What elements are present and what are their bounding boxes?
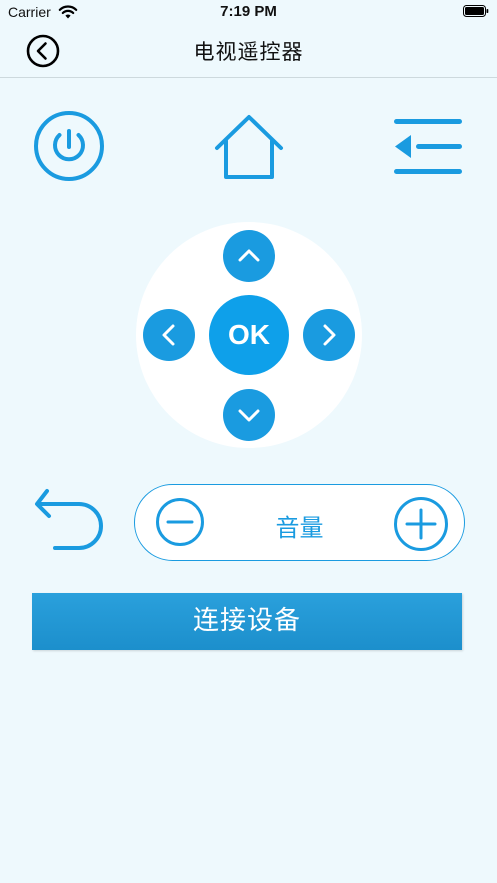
direction-pad: OK xyxy=(136,222,362,448)
return-button[interactable] xyxy=(33,487,107,559)
connect-device-button[interactable]: 连接设备 xyxy=(32,593,462,650)
down-button[interactable] xyxy=(223,389,275,441)
menu-button[interactable] xyxy=(392,118,464,176)
power-icon xyxy=(34,111,104,181)
home-button[interactable] xyxy=(213,113,285,181)
page-title: 电视遥控器 xyxy=(193,40,304,64)
status-bar: Carrier 7:19 PM xyxy=(0,0,497,26)
navigation-bar: 电视遥控器 xyxy=(0,26,497,78)
battery-icon xyxy=(463,5,489,17)
menu-icon xyxy=(394,119,462,174)
power-button[interactable] xyxy=(33,110,105,182)
right-button[interactable] xyxy=(303,309,355,361)
left-button[interactable] xyxy=(143,309,195,361)
chevron-left-icon xyxy=(162,324,175,346)
status-time: 7:19 PM xyxy=(220,3,277,20)
home-icon xyxy=(215,115,283,179)
up-button[interactable] xyxy=(223,230,275,282)
chevron-right-icon xyxy=(323,324,336,346)
plus-circle-icon xyxy=(394,497,448,551)
chevron-up-icon xyxy=(238,249,260,262)
ok-button[interactable]: OK xyxy=(209,295,289,375)
volume-control: 音量 xyxy=(134,484,465,561)
chevron-down-icon xyxy=(238,409,260,422)
return-arrow-icon xyxy=(35,489,103,550)
volume-up-button[interactable] xyxy=(393,496,449,552)
